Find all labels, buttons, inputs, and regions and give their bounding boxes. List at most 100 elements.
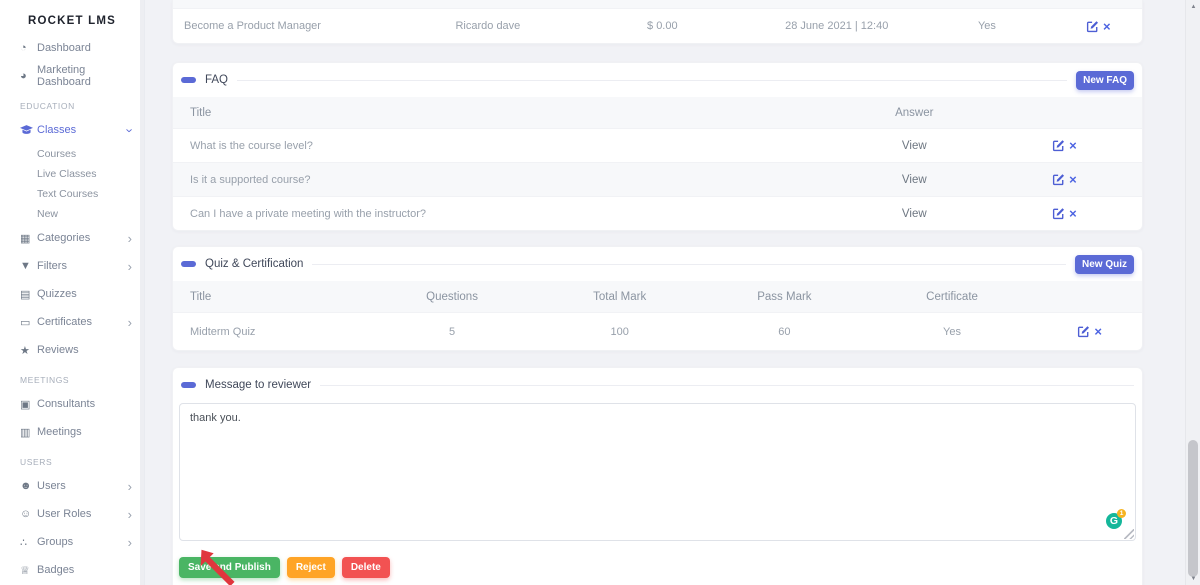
sidebar-heading-meetings: MEETINGS: [20, 375, 70, 385]
sidebar-subitem-text-courses[interactable]: Text Courses: [0, 184, 144, 204]
star-icon: ★: [20, 344, 30, 357]
row-actions: ×: [987, 139, 1142, 152]
grammarly-icon[interactable]: G 1: [1106, 509, 1126, 529]
faq-view-link[interactable]: View: [842, 174, 987, 186]
new-faq-button[interactable]: New FAQ: [1076, 70, 1134, 90]
resize-handle-icon[interactable]: [1124, 529, 1134, 539]
certificate-icon: ▭: [20, 316, 31, 329]
sidebar-item-consultants[interactable]: ▣ Consultants: [0, 390, 144, 418]
sidebar-item-reviews[interactable]: ★ Reviews: [0, 336, 144, 364]
delete-x-icon[interactable]: ×: [1103, 20, 1111, 33]
sidebar-item-quizzes[interactable]: ▤ Quizzes: [0, 280, 144, 308]
grid-icon: ▦: [20, 232, 31, 245]
quiz-title-cell: Midterm Quiz: [190, 325, 256, 338]
delete-x-icon[interactable]: ×: [1069, 139, 1077, 152]
sidebar: ROCKET LMS ◔ Dashboard ◕ Marketing Dashb…: [0, 0, 145, 585]
quiz-col: Total Mark: [593, 290, 647, 303]
section-dash-icon: [181, 261, 196, 267]
reject-button[interactable]: Reject: [286, 557, 335, 578]
quiz-section: Quiz & Certification New Quiz Title Ques…: [172, 246, 1143, 351]
sidebar-item-user-roles[interactable]: ☺ User Roles ›: [0, 500, 144, 528]
sidebar-item-badges[interactable]: ♕ Badges: [0, 556, 144, 584]
quiz-questions-cell: 5: [449, 325, 456, 338]
faq-row: Can I have a private meeting with the in…: [173, 196, 1142, 230]
sidebar-subitem-new[interactable]: New: [0, 204, 144, 224]
message-section: Message to reviewer thank you. G 1 Save …: [172, 367, 1143, 585]
chevron-right-icon: ›: [127, 314, 132, 330]
quiz-pass-mark-cell: 60: [778, 325, 791, 338]
faq-view-link[interactable]: View: [842, 140, 987, 152]
edit-icon[interactable]: [1052, 139, 1065, 152]
edit-icon[interactable]: [1052, 173, 1065, 186]
save-and-publish-button[interactable]: Save and Publish: [179, 557, 280, 578]
brand-logo[interactable]: ROCKET LMS: [0, 0, 144, 34]
delete-x-icon[interactable]: ×: [1069, 207, 1077, 220]
faq-row: What is the course level? View ×: [173, 128, 1142, 162]
chevron-down-icon: ›: [122, 127, 138, 133]
main-content: Become a Product Manager Ricardo dave $ …: [145, 0, 1185, 585]
edit-icon[interactable]: [1052, 207, 1065, 220]
row-actions: ×: [1055, 20, 1142, 33]
faq-section-title: FAQ: [205, 74, 229, 86]
graduation-cap-icon: [20, 125, 37, 135]
edit-icon[interactable]: [1077, 325, 1090, 338]
scroll-up-icon[interactable]: ▲: [1186, 4, 1200, 10]
message-section-title: Message to reviewer: [205, 379, 312, 391]
faq-view-link[interactable]: View: [842, 208, 987, 220]
grammarly-g: G: [1109, 515, 1119, 527]
sidebar-item-label: Reviews: [37, 344, 79, 356]
row-actions: ×: [987, 173, 1142, 186]
sidebar-item-marketing-dashboard[interactable]: ◕ Marketing Dashboard: [0, 62, 144, 90]
pie-chart-icon: ◕: [20, 70, 27, 82]
scrollbar-thumb[interactable]: [1188, 440, 1198, 577]
faq-col-title: Title: [190, 106, 212, 119]
row-actions: ×: [987, 207, 1142, 220]
sidebar-item-label: Certificates: [37, 316, 93, 328]
sidebar-item-categories[interactable]: ▦ Categories ›: [0, 224, 144, 252]
scroll-down-icon[interactable]: ▼: [1186, 576, 1200, 582]
sidebar-item-label: Quizzes: [37, 288, 77, 300]
quiz-section-title: Quiz & Certification: [205, 258, 304, 270]
vertical-scrollbar[interactable]: ▲ ▼: [1185, 0, 1200, 585]
quiz-col: Certificate: [926, 290, 978, 303]
chevron-right-icon: ›: [127, 258, 132, 274]
grammarly-badge: 1: [1117, 509, 1126, 518]
sidebar-heading-education: EDUCATION: [20, 101, 75, 111]
sidebar-item-users[interactable]: ☻ Users ›: [0, 472, 144, 500]
faq-table-header: Title Answer: [173, 97, 1142, 128]
edit-icon[interactable]: [1086, 20, 1099, 33]
sidebar-item-dashboard[interactable]: ◔ Dashboard: [0, 34, 144, 62]
faq-section-header: FAQ New FAQ: [179, 69, 1136, 91]
course-date-cell: 28 June 2021 | 12:40: [785, 20, 889, 32]
chevron-right-icon: ›: [127, 478, 132, 494]
faq-question: Is it a supported course?: [190, 173, 311, 186]
delete-x-icon[interactable]: ×: [1094, 325, 1102, 338]
sidebar-item-filters[interactable]: ▼ Filters ›: [0, 252, 144, 280]
dashboard-icon: ◔: [20, 42, 27, 54]
sidebar-item-certificates[interactable]: ▭ Certificates ›: [0, 308, 144, 336]
sidebar-item-groups[interactable]: ∴ Groups ›: [0, 528, 144, 556]
sidebar-item-meetings[interactable]: ▥ Meetings: [0, 418, 144, 446]
sidebar-item-classes[interactable]: Classes ›: [0, 116, 144, 144]
delete-x-icon[interactable]: ×: [1069, 173, 1077, 186]
chevron-right-icon: ›: [127, 506, 132, 522]
sidebar-subitem-live-classes[interactable]: Live Classes: [0, 164, 144, 184]
section-dash-icon: [181, 382, 196, 388]
quiz-col: Questions: [426, 290, 478, 303]
message-section-header: Message to reviewer: [179, 374, 1136, 396]
quiz-total-mark-cell: 100: [610, 325, 629, 338]
quiz-col: Title: [190, 290, 212, 303]
sidebar-item-label: Dashboard: [37, 42, 91, 54]
faq-section: FAQ New FAQ Title Answer What is the cou…: [172, 62, 1143, 231]
course-title-cell: Become a Product Manager: [184, 20, 321, 32]
sidebar-item-label: Badges: [37, 564, 75, 576]
sidebar-subitem-courses[interactable]: Courses: [0, 144, 144, 164]
course-table-partial: Become a Product Manager Ricardo dave $ …: [172, 0, 1143, 44]
new-quiz-button[interactable]: New Quiz: [1074, 254, 1134, 274]
delete-button[interactable]: Delete: [341, 557, 390, 578]
quiz-row: Midterm Quiz 5 100 60 Yes ×: [173, 312, 1142, 350]
reviewer-message-input[interactable]: thank you.: [179, 403, 1136, 541]
quiz-col: Pass Mark: [757, 290, 812, 303]
classes-submenu: Courses Live Classes Text Courses New: [0, 144, 144, 224]
quiz-table-header: Title Questions Total Mark Pass Mark Cer…: [173, 281, 1142, 312]
